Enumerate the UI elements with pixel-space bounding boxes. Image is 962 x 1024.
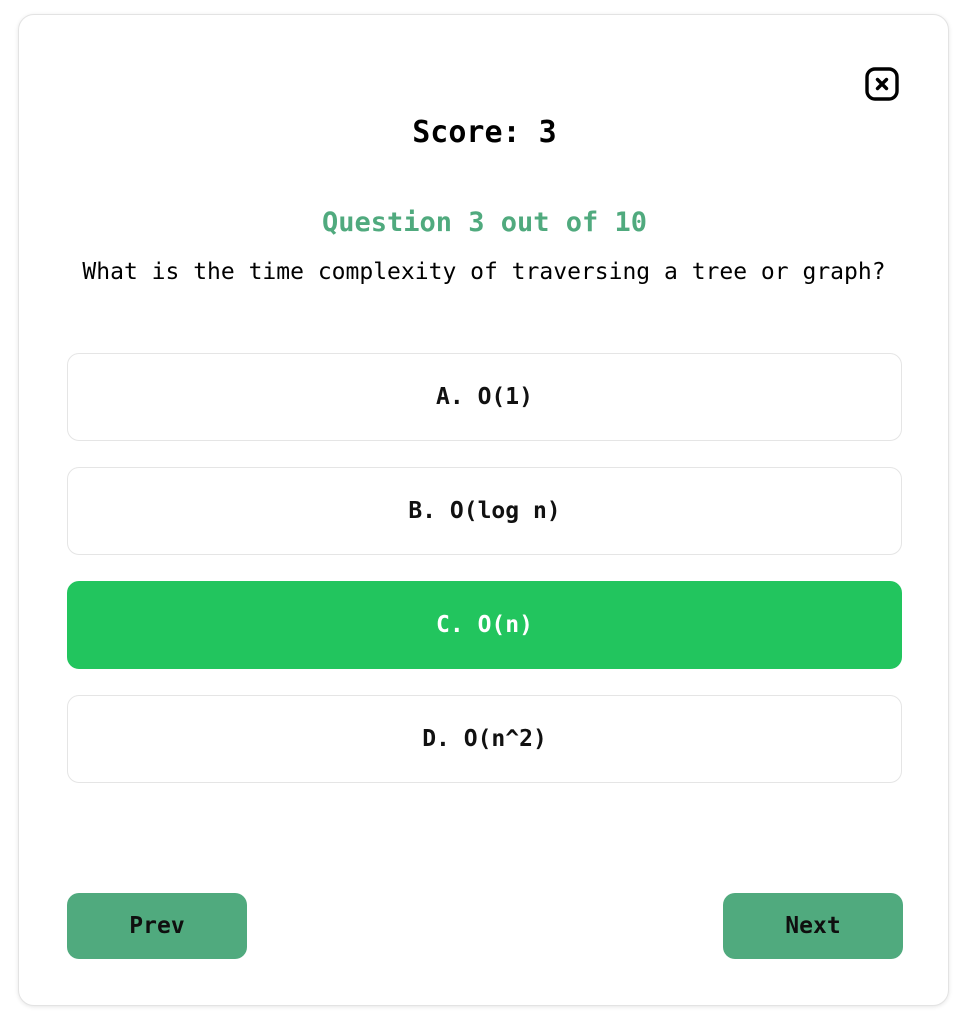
answer-option-b[interactable]: B. O(log n) xyxy=(67,467,902,555)
answer-option-c[interactable]: C. O(n) xyxy=(67,581,902,669)
answer-option-label: D. O(n^2) xyxy=(422,726,547,752)
answer-option-label: A. O(1) xyxy=(436,384,533,410)
prev-button[interactable]: Prev xyxy=(67,893,247,959)
quiz-card: Score: 3 Question 3 out of 10 What is th… xyxy=(18,14,949,1006)
answer-option-label: C. O(n) xyxy=(436,612,533,638)
answer-option-label: B. O(log n) xyxy=(408,498,561,524)
close-button[interactable] xyxy=(865,67,899,101)
prev-button-label: Prev xyxy=(129,913,185,939)
answer-option-d[interactable]: D. O(n^2) xyxy=(67,695,902,783)
close-square-icon xyxy=(865,67,899,101)
question-text: What is the time complexity of traversin… xyxy=(82,259,886,285)
score-display: Score: 3 xyxy=(412,115,557,150)
next-button-label: Next xyxy=(785,913,841,939)
question-counter: Question 3 out of 10 xyxy=(321,207,648,238)
next-button[interactable]: Next xyxy=(723,893,903,959)
answer-option-a[interactable]: A. O(1) xyxy=(67,353,902,441)
